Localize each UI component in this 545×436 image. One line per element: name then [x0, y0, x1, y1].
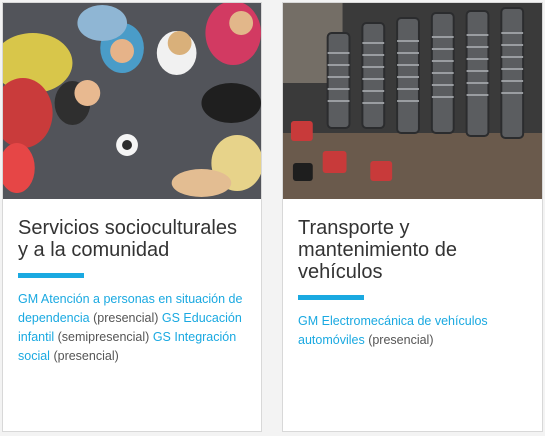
title-underline [18, 273, 84, 278]
course-modality: (semipresencial) [57, 330, 150, 344]
course-modality: (presencial) [93, 311, 159, 325]
title-underline [298, 295, 364, 300]
course-list: GM Atención a personas en situación de d… [18, 290, 249, 366]
card-title[interactable]: Transporte y mantenimiento de vehículos [298, 217, 530, 283]
card-image-children[interactable] [3, 3, 261, 199]
course-modality: (presencial) [368, 333, 434, 347]
card-image-engine[interactable] [283, 3, 542, 199]
course-list: GM Electromecánica de vehículos automóvi… [298, 312, 530, 350]
card-title[interactable]: Servicios socioculturales y a la comunid… [18, 217, 249, 261]
category-card-transporte[interactable]: Transporte y mantenimiento de vehículos … [282, 2, 543, 432]
course-modality: (presencial) [53, 349, 119, 363]
category-card-servicios[interactable]: Servicios socioculturales y a la comunid… [2, 2, 262, 432]
card-body: Transporte y mantenimiento de vehículos … [298, 217, 530, 350]
card-body: Servicios socioculturales y a la comunid… [18, 217, 249, 366]
